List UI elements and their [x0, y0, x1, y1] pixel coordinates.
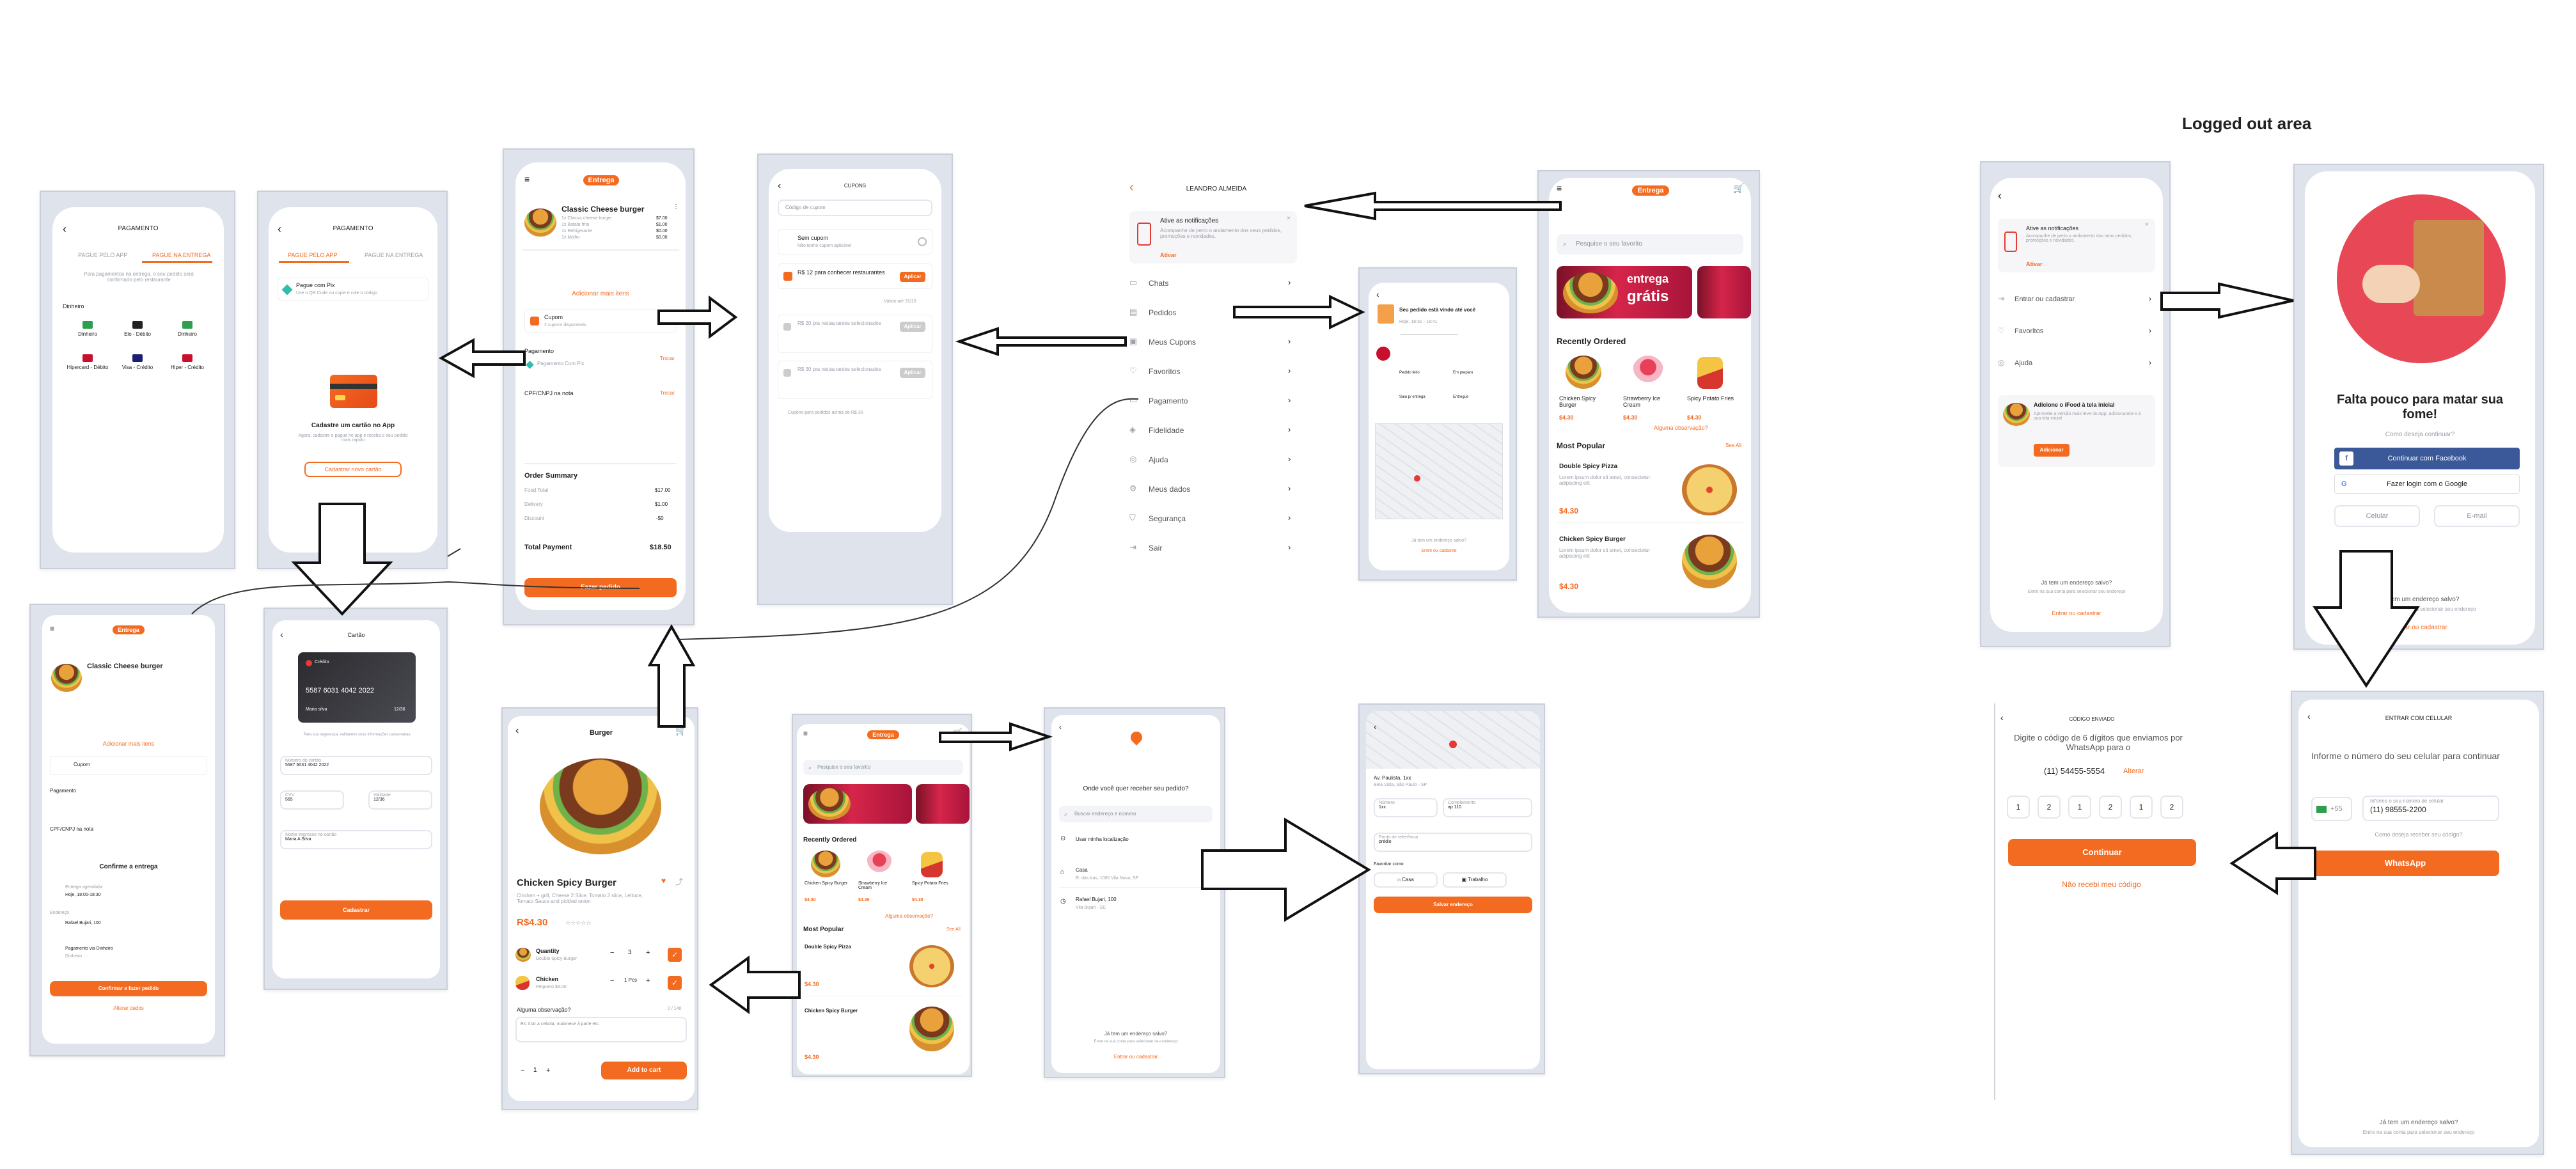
- arrow-right: [2160, 282, 2294, 319]
- flow-line: [447, 548, 461, 557]
- arrow-left: [1304, 191, 1562, 221]
- flow-line: [677, 398, 1139, 640]
- arrow-right: [1201, 817, 1371, 922]
- arrow-down: [291, 503, 393, 616]
- arrow-left: [709, 955, 801, 1014]
- arrow-left: [2229, 831, 2316, 895]
- arrow-right: [939, 722, 1053, 751]
- arrow-down: [2313, 550, 2420, 688]
- arrow-right: [1233, 294, 1365, 330]
- arrow-right: [657, 295, 738, 339]
- flow-arrows: [191, 191, 2420, 1014]
- arrow-left: [955, 327, 1127, 356]
- arrow-left: [438, 338, 526, 379]
- arrow-up: [647, 624, 696, 728]
- flow-line: [191, 581, 640, 615]
